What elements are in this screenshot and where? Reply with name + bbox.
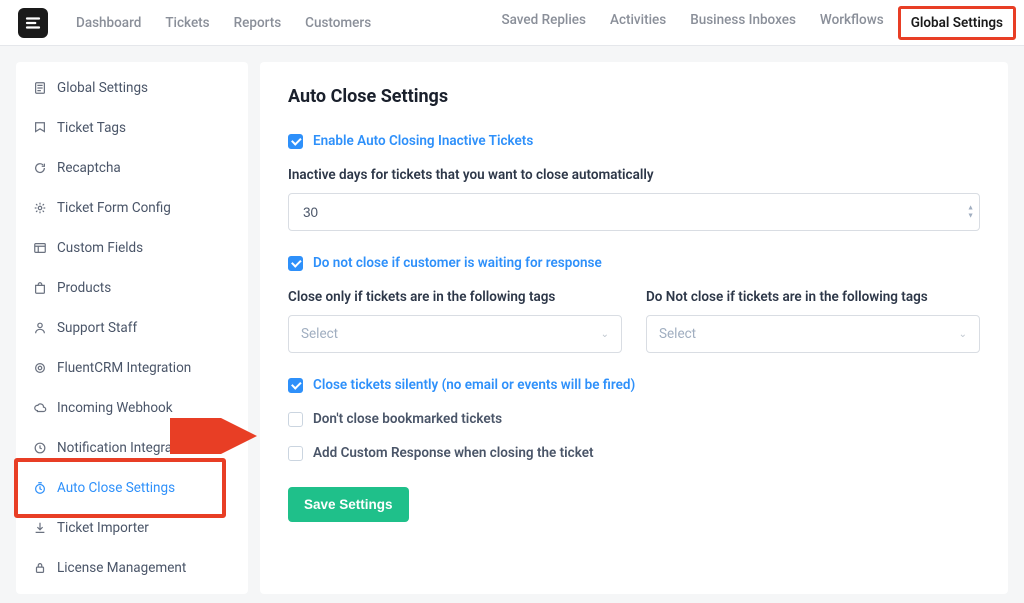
sidebar-item-ticket-tags[interactable]: Ticket Tags [16, 108, 248, 148]
sidebar-item-label: Incoming Webhook [57, 400, 173, 416]
sidebar-item-auto-close[interactable]: Auto Close Settings [16, 468, 248, 508]
sidebar-item-custom-fields[interactable]: Custom Fields [16, 228, 248, 268]
checkbox-close-silently[interactable] [288, 378, 303, 393]
sidebar-item-recaptcha[interactable]: Recaptcha [16, 148, 248, 188]
sidebar-item-label: Support Staff [57, 320, 137, 336]
sidebar-item-label: Global Settings [57, 80, 148, 96]
checkbox-do-not-close-waiting[interactable] [288, 256, 303, 271]
inactive-days-input[interactable] [288, 193, 980, 231]
sidebar-item-ticket-importer[interactable]: Ticket Importer [16, 508, 248, 548]
refresh-icon [32, 161, 47, 176]
clock-icon [32, 481, 47, 496]
select-placeholder: Select [659, 326, 696, 342]
sidebar-item-products[interactable]: Products [16, 268, 248, 308]
cloud-icon [32, 401, 47, 416]
chevron-down-icon: ▼ [967, 213, 974, 220]
checkbox-add-custom-response[interactable] [288, 446, 303, 461]
lock-icon [32, 561, 47, 576]
nav-dashboard[interactable]: Dashboard [76, 15, 141, 31]
sidebar-item-global-settings[interactable]: Global Settings [16, 68, 248, 108]
close-only-tags-select[interactable]: Select ⌄ [288, 315, 622, 353]
dont-close-bookmarked-label: Don't close bookmarked tickets [313, 411, 502, 427]
do-not-close-tags-label: Do Not close if tickets are in the follo… [646, 289, 980, 305]
nav-workflows[interactable]: Workflows [820, 12, 884, 34]
sidebar-item-label: Recaptcha [57, 160, 121, 176]
sidebar-item-label: Ticket Importer [57, 520, 149, 536]
bag-icon [32, 281, 47, 296]
nav-saved-replies[interactable]: Saved Replies [501, 12, 586, 34]
do-not-close-waiting-label: Do not close if customer is waiting for … [313, 255, 602, 271]
sidebar-item-label: Ticket Tags [57, 120, 126, 136]
checkbox-enable-auto-close[interactable] [288, 134, 303, 149]
number-stepper[interactable]: ▲ ▼ [967, 205, 974, 220]
highlight-nav: Global Settings [898, 6, 1016, 40]
select-placeholder: Select [301, 326, 338, 342]
close-only-tags-label: Close only if tickets are in the followi… [288, 289, 622, 305]
nav-reports[interactable]: Reports [234, 15, 282, 31]
circle-icon [32, 361, 47, 376]
do-not-close-tags-select[interactable]: Select ⌄ [646, 315, 980, 353]
sidebar-item-label: Auto Close Settings [57, 480, 175, 496]
sidebar-item-label: Products [57, 280, 111, 296]
sidebar-item-license[interactable]: License Management [16, 548, 248, 588]
sidebar-item-fluentcrm[interactable]: FluentCRM Integration [16, 348, 248, 388]
chevron-up-icon: ▲ [967, 205, 974, 212]
sidebar-item-notification-integrations[interactable]: Notification Integrations [16, 428, 248, 468]
nav-tickets[interactable]: Tickets [165, 15, 209, 31]
bell-icon [32, 441, 47, 456]
close-silently-label: Close tickets silently (no email or even… [313, 377, 635, 393]
sidebar-item-label: License Management [57, 560, 186, 576]
inactive-days-label: Inactive days for tickets that you want … [288, 167, 980, 183]
nav-customers[interactable]: Customers [305, 15, 371, 31]
enable-auto-close-label: Enable Auto Closing Inactive Tickets [313, 133, 533, 149]
nav-business-inboxes[interactable]: Business Inboxes [690, 12, 796, 34]
user-icon [32, 321, 47, 336]
chevron-down-icon: ⌄ [959, 329, 967, 340]
add-custom-response-label: Add Custom Response when closing the tic… [313, 445, 594, 461]
gear-icon [32, 201, 47, 216]
nav-activities[interactable]: Activities [610, 12, 666, 34]
main-panel: Auto Close Settings Enable Auto Closing … [260, 62, 1008, 594]
sidebar: Global Settings Ticket Tags Recaptcha Ti… [16, 62, 248, 594]
list-icon [32, 241, 47, 256]
page-title: Auto Close Settings [288, 86, 980, 107]
tag-icon [32, 121, 47, 136]
sidebar-item-label: Notification Integrations [57, 440, 202, 456]
sidebar-item-ticket-form-config[interactable]: Ticket Form Config [16, 188, 248, 228]
save-settings-button[interactable]: Save Settings [288, 487, 409, 522]
sidebar-item-label: FluentCRM Integration [57, 360, 191, 376]
sidebar-item-incoming-webhook[interactable]: Incoming Webhook [16, 388, 248, 428]
chevron-down-icon: ⌄ [601, 329, 609, 340]
sidebar-item-label: Custom Fields [57, 240, 143, 256]
download-icon [32, 521, 47, 536]
sidebar-item-label: Ticket Form Config [57, 200, 171, 216]
checkbox-dont-close-bookmarked[interactable] [288, 412, 303, 427]
logo[interactable] [18, 8, 48, 38]
nav-global-settings[interactable]: Global Settings [911, 15, 1003, 31]
sidebar-item-support-staff[interactable]: Support Staff [16, 308, 248, 348]
top-nav: Dashboard Tickets Reports Customers Save… [0, 0, 1024, 46]
settings-doc-icon [32, 81, 47, 96]
